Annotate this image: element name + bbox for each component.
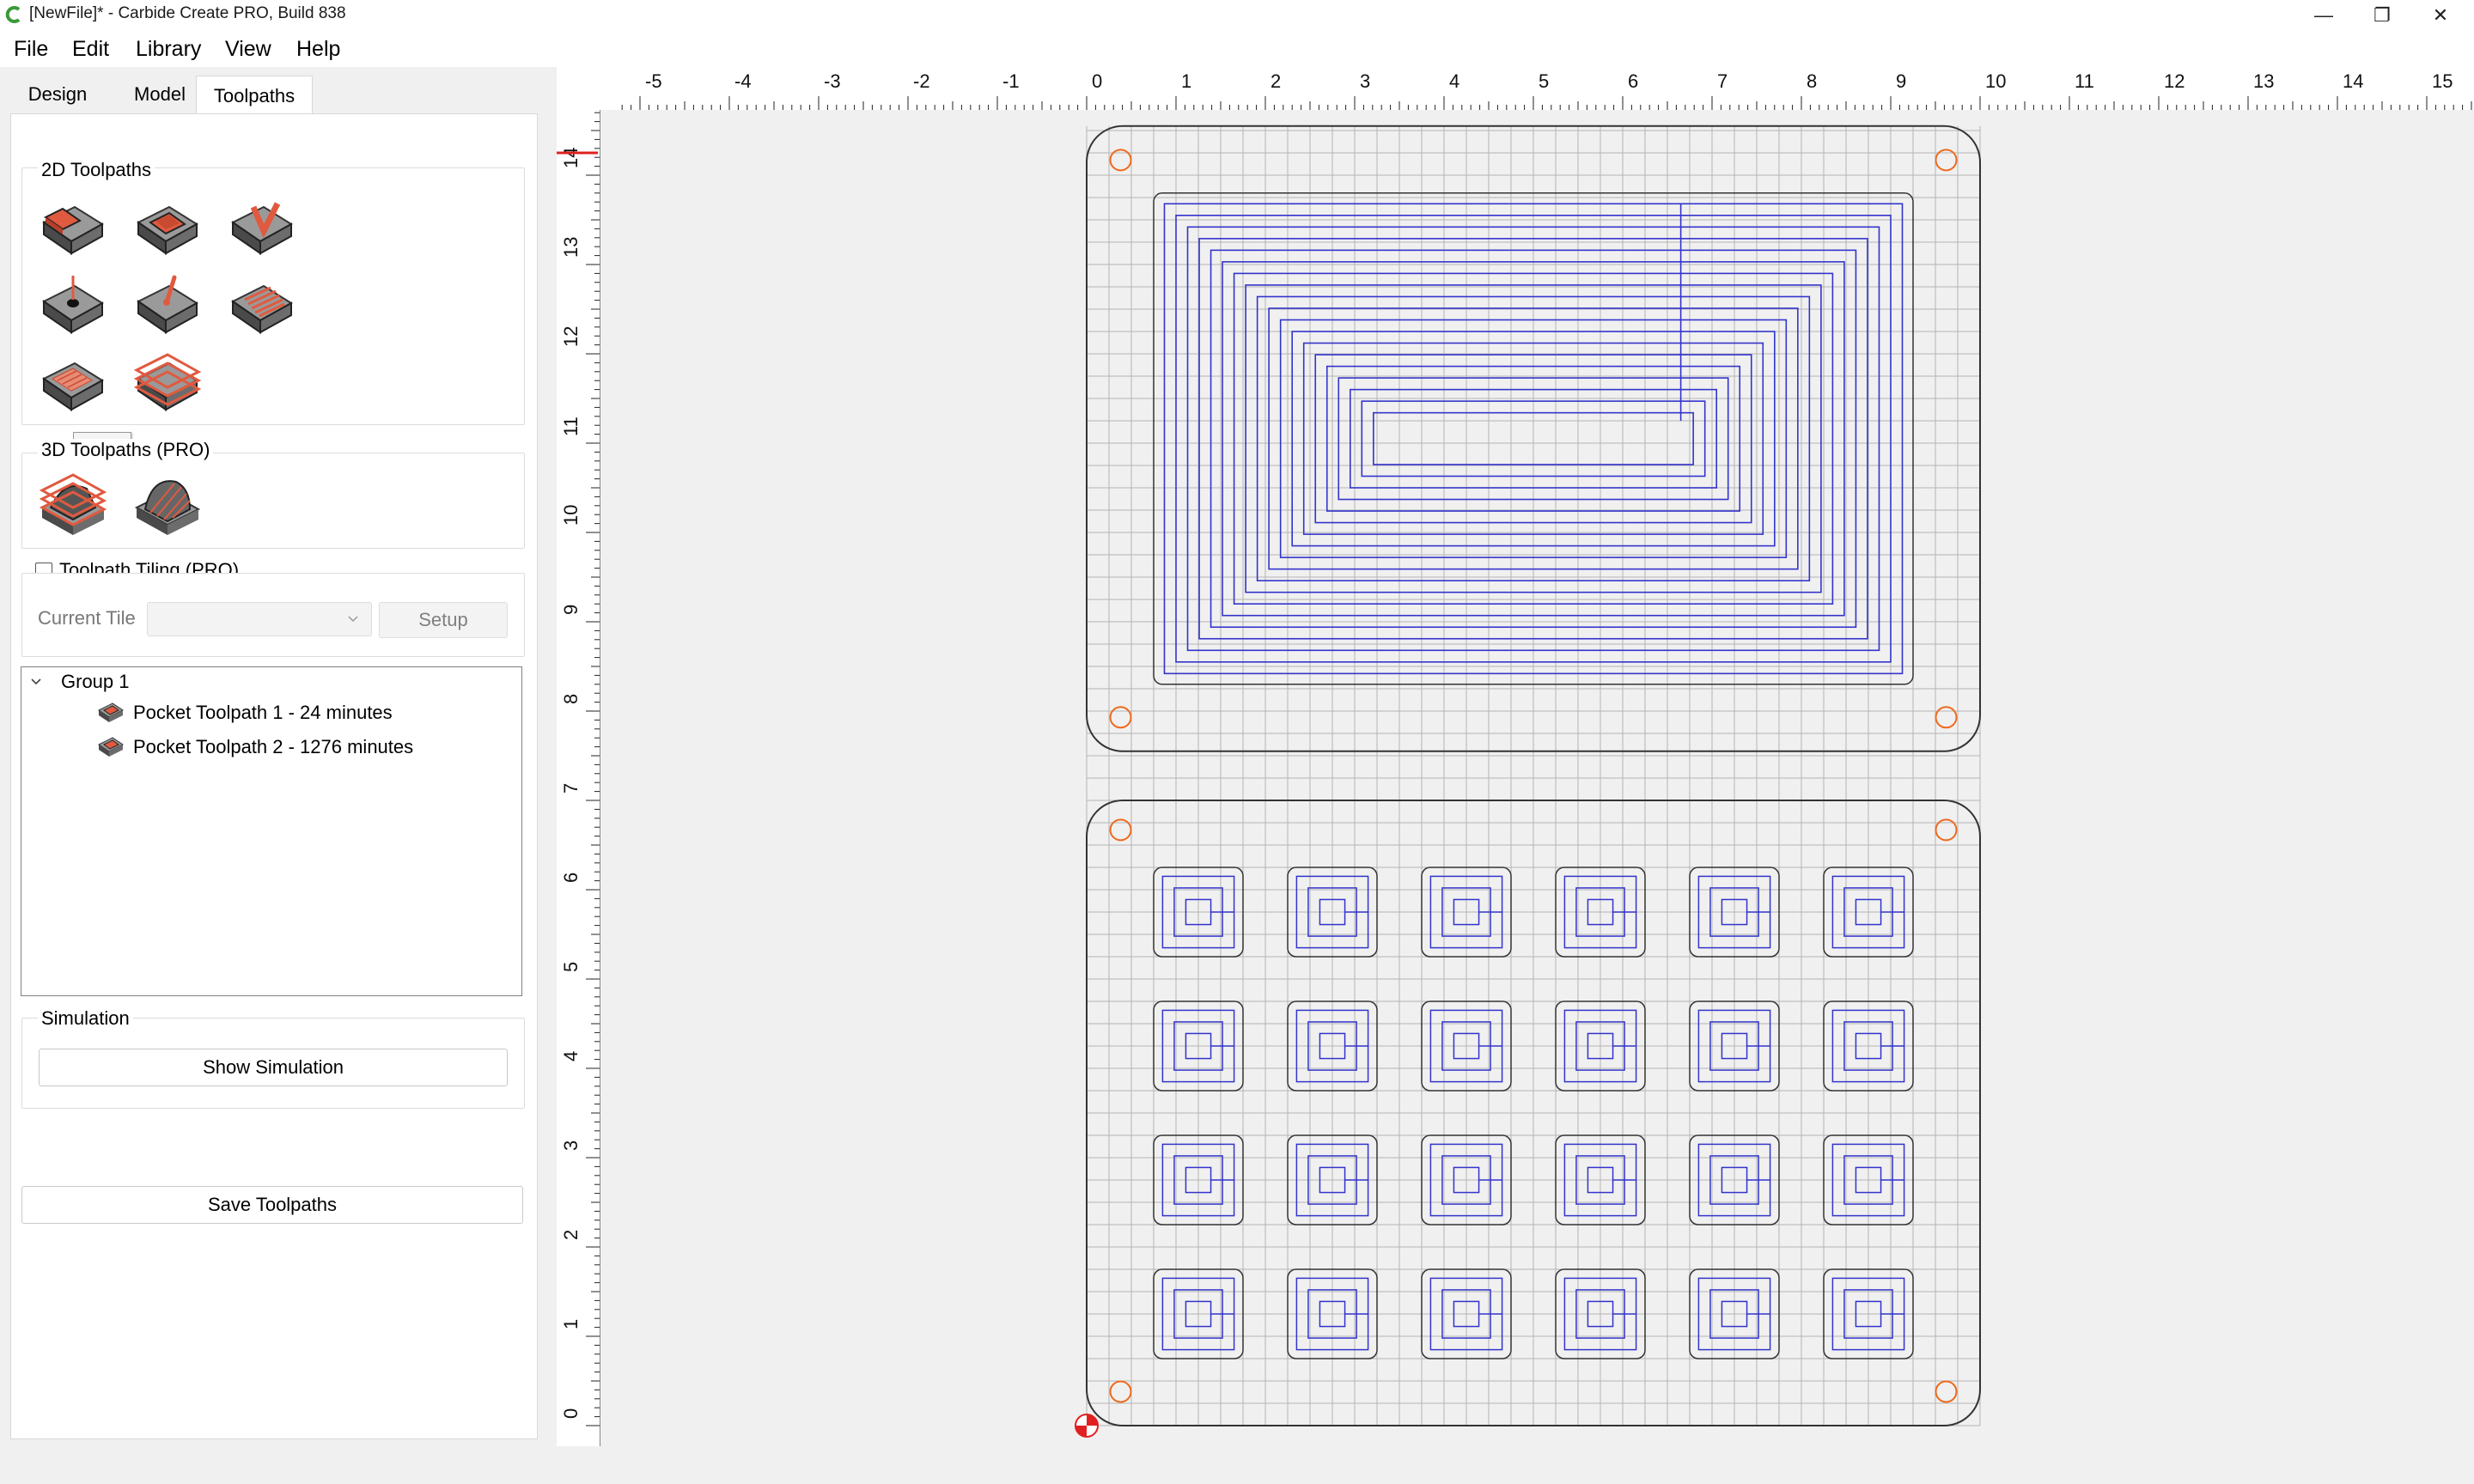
vertical-ruler-ticks: 01234567891011121314 xyxy=(557,112,600,1426)
ruler-label: 9 xyxy=(1896,70,1906,92)
current-tile-label: Current Tile xyxy=(38,607,136,629)
ruler-label: 4 xyxy=(560,1051,582,1061)
2d-toolpaths-label: 2D Toolpaths xyxy=(38,159,155,181)
ruler-label: 6 xyxy=(1628,70,1638,92)
ruler-label: -4 xyxy=(734,70,752,92)
ruler-label: 3 xyxy=(1360,70,1370,92)
mounting-hole[interactable] xyxy=(1109,706,1132,729)
3d-toolpaths-label: 3D Toolpaths (PRO) xyxy=(38,439,214,461)
toolpath-preview[interactable] xyxy=(600,110,2474,1446)
drill-toolpath-icon[interactable] xyxy=(39,271,107,339)
toolpath-tree: Group 1 Pocket Toolpath 1 - 24 minutes P… xyxy=(21,666,522,996)
ruler-label: 2 xyxy=(1271,70,1281,92)
mounting-hole[interactable] xyxy=(1109,1380,1132,1403)
menu-file[interactable]: File xyxy=(14,37,48,62)
ruler-label: 8 xyxy=(560,694,582,704)
ruler-label: 1 xyxy=(560,1319,582,1329)
tab-toolpaths[interactable]: Toolpaths xyxy=(196,76,313,115)
mounting-hole[interactable] xyxy=(1935,706,1958,729)
ruler-label: 9 xyxy=(560,605,582,615)
ruler-label: 7 xyxy=(1717,70,1728,92)
tree-item-pocket-toolpath-1[interactable]: Pocket Toolpath 1 - 24 minutes xyxy=(133,702,393,724)
chevron-down-icon[interactable] xyxy=(30,678,42,686)
chevron-down-icon xyxy=(348,616,358,623)
ruler-label: 7 xyxy=(560,783,582,794)
advanced-vcarve-toolpath-icon[interactable] xyxy=(39,348,107,417)
ruler-label: 10 xyxy=(560,505,582,526)
pocket-toolpath-icon xyxy=(98,737,124,757)
ruler-label: 11 xyxy=(2075,70,2094,92)
ruler-label: 0 xyxy=(560,1408,582,1419)
tab-design[interactable]: Design xyxy=(9,76,107,113)
menu-help[interactable]: Help xyxy=(296,37,340,62)
horizontal-ruler: -5 -4 -3 -2 -1 0 1 2 3 4 5 6 7 8 9 10 11 12 13 14 15 xyxy=(557,67,2474,111)
ruler-label: 15 xyxy=(2432,70,2453,92)
title-bar: [NewFile]* - Carbide Create PRO, Build 8… xyxy=(0,0,2474,31)
tree-item-pocket-toolpath-2[interactable]: Pocket Toolpath 2 - 1276 minutes xyxy=(133,736,413,758)
grid xyxy=(1086,125,1981,1426)
menu-library[interactable]: Library xyxy=(136,37,201,62)
ruler-label: 13 xyxy=(2253,70,2274,92)
ruler-label: -3 xyxy=(824,70,841,92)
save-toolpaths-button[interactable]: Save Toolpaths xyxy=(21,1186,523,1224)
3d-rough-toolpath-icon[interactable] xyxy=(39,470,107,538)
ruler-label: 4 xyxy=(1449,70,1459,92)
horizontal-ruler-ticks: -5 -4 -3 -2 -1 0 1 2 3 4 5 6 7 8 9 10 11 12 13 14 15 xyxy=(621,70,2472,110)
engrave-toolpath-icon[interactable] xyxy=(133,271,202,339)
ruler-label: 14 xyxy=(2343,70,2363,92)
tab-model[interactable]: Model xyxy=(115,76,204,113)
canvas-bottom-margin xyxy=(557,1446,2474,1484)
ruler-label: -5 xyxy=(645,70,662,92)
ruler-label: 13 xyxy=(560,237,582,258)
close-button[interactable]: ✕ xyxy=(2402,0,2474,31)
ruler-label: 3 xyxy=(560,1140,582,1151)
pocket-toolpath-icon[interactable] xyxy=(133,192,202,260)
ruler-label: -1 xyxy=(1002,70,1020,92)
design-canvas[interactable] xyxy=(600,110,2474,1446)
pocket-toolpath-icon xyxy=(98,702,124,722)
ruler-label: 5 xyxy=(560,962,582,972)
mounting-hole[interactable] xyxy=(1935,1380,1958,1403)
ruler-label: 12 xyxy=(560,326,582,347)
ruler-label: 1 xyxy=(1181,70,1191,92)
current-tile-select[interactable] xyxy=(147,602,372,636)
ruler-label: 11 xyxy=(560,417,582,436)
ruler-label: 0 xyxy=(1092,70,1102,92)
vertical-ruler: 0 1 2 3 4 5 6 7 8 9 10 11 12 13 14 xyxy=(557,110,600,1446)
menu-view[interactable]: View xyxy=(225,37,271,62)
ruler-label: -2 xyxy=(913,70,930,92)
texture-toolpath-icon[interactable] xyxy=(228,271,296,339)
adaptive-toolpath-icon[interactable] xyxy=(133,348,202,417)
ruler-label: 12 xyxy=(2164,70,2185,92)
tree-group-1[interactable]: Group 1 xyxy=(61,671,130,693)
ruler-label: 8 xyxy=(1807,70,1817,92)
menu-bar: File Edit Library View Help xyxy=(0,31,2474,67)
ruler-label: 6 xyxy=(560,873,582,883)
menu-edit[interactable]: Edit xyxy=(72,37,109,62)
origin-marker xyxy=(1075,1414,1099,1438)
ruler-label: 5 xyxy=(1539,70,1549,92)
3d-finish-toolpath-icon[interactable] xyxy=(133,470,202,538)
show-simulation-button[interactable]: Show Simulation xyxy=(39,1049,508,1086)
window-title: [NewFile]* - Carbide Create PRO, Build 8… xyxy=(29,4,346,22)
vcarve-toolpath-icon[interactable] xyxy=(228,192,296,260)
carbide-create-app-icon xyxy=(5,6,21,23)
ruler-label: 14 xyxy=(560,148,582,168)
ruler-label: 2 xyxy=(560,1230,582,1240)
contour-toolpath-icon[interactable] xyxy=(39,192,107,260)
simulation-label: Simulation xyxy=(38,1007,133,1030)
tiling-setup-button[interactable]: Setup xyxy=(379,602,508,638)
ruler-label: 10 xyxy=(1985,70,2006,92)
